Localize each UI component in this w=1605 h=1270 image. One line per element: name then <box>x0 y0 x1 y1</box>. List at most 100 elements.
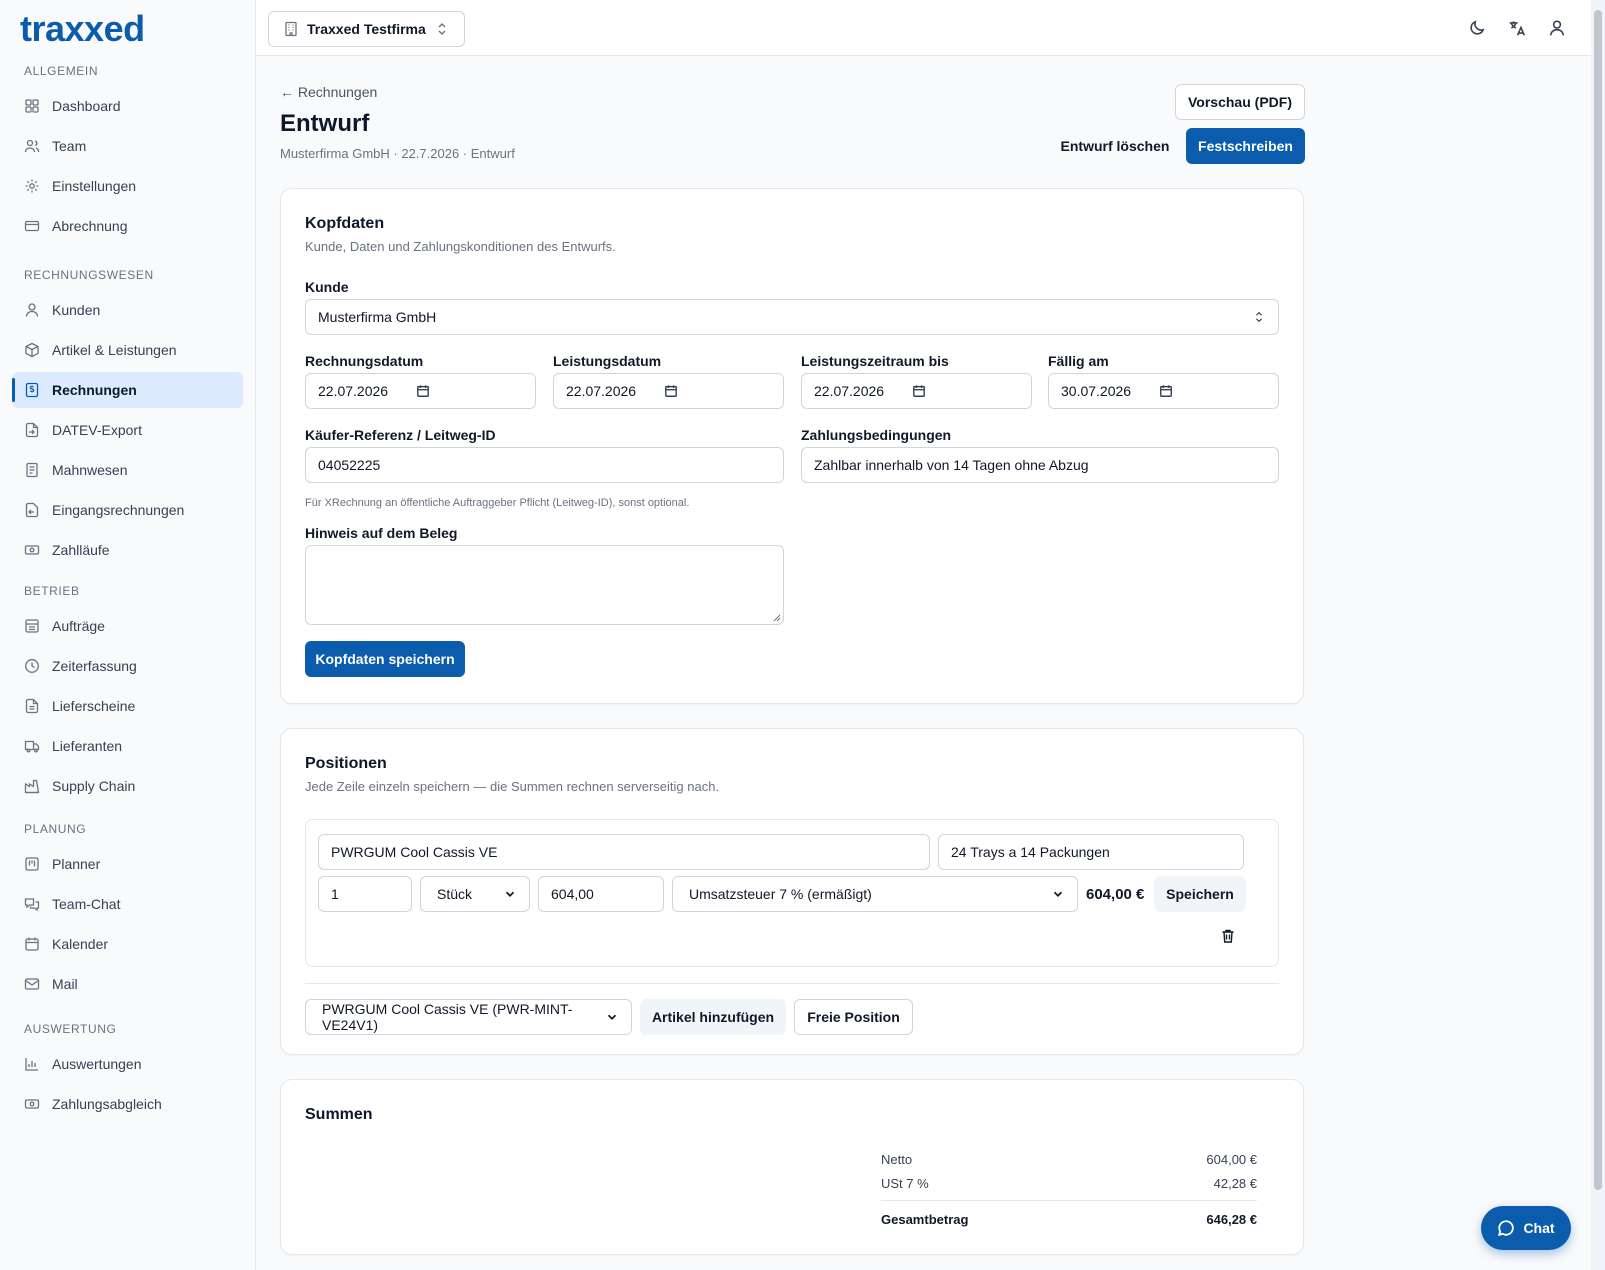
page-scrollbar[interactable] <box>1591 0 1605 1270</box>
sidebar-item-zeiterfassung[interactable]: Zeiterfassung <box>12 648 243 684</box>
calendar-icon[interactable] <box>416 384 430 398</box>
position-description-value: 24 Trays a 14 Packungen <box>951 844 1110 860</box>
save-position-button[interactable]: Speichern <box>1154 876 1246 912</box>
rechnungsdatum-input[interactable]: 22.07.2026 <box>305 373 536 409</box>
user-icon[interactable] <box>1547 18 1567 38</box>
sidebar-item-team-chat[interactable]: Team-Chat <box>12 886 243 922</box>
quantity-value: 1 <box>331 886 339 902</box>
sidebar-item-label: Auswertungen <box>52 1056 142 1072</box>
leistungsdatum-value: 22.07.2026 <box>566 383 637 399</box>
page-title: Entwurf <box>280 110 370 137</box>
referenz-input[interactable]: 04052225 <box>305 447 784 483</box>
free-position-button[interactable]: Freie Position <box>794 999 913 1035</box>
page-subtitle: Musterfirma GmbH · 22.7.2026 · Entwurf <box>280 146 515 161</box>
sidebar-item-label: Eingangsrechnungen <box>52 502 185 518</box>
gear-icon <box>24 178 40 194</box>
gesamt-row: Gesamtbetrag 646,28 € <box>881 1212 1257 1227</box>
calendar-icon[interactable] <box>1159 384 1173 398</box>
sidebar-item-dashboard[interactable]: Dashboard <box>12 88 243 124</box>
chat-button[interactable]: Chat <box>1481 1206 1571 1250</box>
sidebar-item-kalender[interactable]: Kalender <box>12 926 243 962</box>
article-select-value: PWRGUM Cool Cassis VE (PWR-MINT-VE24V1) <box>322 1001 573 1033</box>
save-kopfdaten-button[interactable]: Kopfdaten speichern <box>305 641 465 677</box>
sidebar-item-auswertungen[interactable]: Auswertungen <box>12 1046 243 1082</box>
sidebar-item-supply-chain[interactable]: Supply Chain <box>12 768 243 804</box>
sidebar-item-label: Lieferanten <box>52 738 123 754</box>
translate-icon[interactable] <box>1507 18 1527 38</box>
chevron-down-icon <box>1051 887 1065 901</box>
finalize-button[interactable]: Festschreiben <box>1186 128 1305 164</box>
mail-icon <box>24 976 40 992</box>
calendar-icon[interactable] <box>664 384 678 398</box>
gesamt-value: 646,28 € <box>1206 1212 1257 1227</box>
moon-icon[interactable] <box>1467 18 1487 38</box>
sidebar-item-mahnwesen[interactable]: Mahnwesen <box>12 452 243 488</box>
summen-card: Summen Netto 604,00 € USt 7 % 42,28 € Ge… <box>280 1079 1304 1255</box>
price-input[interactable]: 604,00 <box>538 876 664 912</box>
sidebar-item-mail[interactable]: Mail <box>12 966 243 1002</box>
divider <box>305 983 1279 984</box>
sidebar-item-lieferanten[interactable]: Lieferanten <box>12 728 243 764</box>
sidebar-item-label: Mail <box>52 976 78 992</box>
sidebar-item-label: Planner <box>52 856 101 872</box>
sidebar-item-kunden[interactable]: Kunden <box>12 292 243 328</box>
article-select[interactable]: PWRGUM Cool Cassis VE (PWR-MINT-VE24V1) <box>305 999 632 1035</box>
tax-value: Umsatzsteuer 7 % (ermäßigt) <box>689 886 872 902</box>
calendar-icon[interactable] <box>912 384 926 398</box>
kanban-icon <box>24 856 40 872</box>
positionen-card: Positionen Jede Zeile einzeln speichern … <box>280 728 1304 1055</box>
positionen-subtitle: Jede Zeile einzeln speichern — die Summe… <box>305 779 720 794</box>
leistungszeitraum-input[interactable]: 22.07.2026 <box>801 373 1032 409</box>
sidebar-item-zahllaeufe[interactable]: Zahlläufe <box>12 532 243 568</box>
kunde-select[interactable]: Musterfirma GmbH <box>305 299 1279 335</box>
delete-draft-button[interactable]: Entwurf löschen <box>1050 128 1180 164</box>
company-switcher[interactable]: Traxxed Testfirma <box>268 11 465 47</box>
unit-select[interactable]: Stück <box>420 876 530 912</box>
leistungsdatum-input[interactable]: 22.07.2026 <box>553 373 784 409</box>
sidebar-item-einstellungen[interactable]: Einstellungen <box>12 168 243 204</box>
zahlungsbedingungen-input[interactable]: Zahlbar innerhalb von 14 Tagen ohne Abzu… <box>801 447 1279 483</box>
sidebar-item-zahlungsabgleich[interactable]: Zahlungsabgleich <box>12 1086 243 1122</box>
hinweis-textarea[interactable] <box>305 545 784 625</box>
kopfdaten-title: Kopfdaten <box>305 215 385 232</box>
zahlungsbedingungen-label: Zahlungsbedingungen <box>801 427 952 443</box>
position-description-input[interactable]: 24 Trays a 14 Packungen <box>938 834 1244 870</box>
quantity-input[interactable]: 1 <box>318 876 412 912</box>
position-name-value: PWRGUM Cool Cassis VE <box>331 844 498 860</box>
app-logo[interactable]: traxxed <box>20 8 145 50</box>
section-title-planung: PLANUNG <box>24 822 87 836</box>
calendar-icon <box>24 936 40 952</box>
sidebar-item-artikel[interactable]: Artikel & Leistungen <box>12 332 243 368</box>
resize-handle-icon[interactable] <box>773 614 781 622</box>
sidebar-item-team[interactable]: Team <box>12 128 243 164</box>
position-name-input[interactable]: PWRGUM Cool Cassis VE <box>318 834 930 870</box>
add-article-button[interactable]: Artikel hinzufügen <box>640 999 786 1035</box>
trash-icon[interactable] <box>1220 928 1236 944</box>
sidebar-item-label: Lieferscheine <box>52 698 136 714</box>
sidebar-item-lieferscheine[interactable]: Lieferscheine <box>12 688 243 724</box>
faellig-value: 30.07.2026 <box>1061 383 1132 399</box>
sidebar-item-eingangsrechnungen[interactable]: Eingangsrechnungen <box>12 492 243 528</box>
sidebar-item-label: Team-Chat <box>52 896 121 912</box>
sidebar-item-auftraege[interactable]: Aufträge <box>12 608 243 644</box>
referenz-hint: Für XRechnung an öffentliche Auftraggebe… <box>305 497 690 509</box>
tax-select[interactable]: Umsatzsteuer 7 % (ermäßigt) <box>672 876 1078 912</box>
sidebar-item-label: Zahlläufe <box>52 542 110 558</box>
invoice-icon <box>24 382 40 398</box>
netto-row: Netto 604,00 € <box>881 1152 1257 1167</box>
section-title-auswertung: AUSWERTUNG <box>24 1022 117 1036</box>
preview-pdf-button[interactable]: Vorschau (PDF) <box>1175 84 1305 120</box>
sidebar-item-datev-export[interactable]: DATEV-Export <box>12 412 243 448</box>
sidebar-item-rechnungen[interactable]: Rechnungen <box>12 372 243 408</box>
netto-value: 604,00 € <box>1206 1152 1257 1167</box>
faellig-input[interactable]: 30.07.2026 <box>1048 373 1279 409</box>
faellig-label: Fällig am <box>1048 353 1109 369</box>
sidebar-item-planner[interactable]: Planner <box>12 846 243 882</box>
price-value: 604,00 <box>551 886 594 902</box>
scrollbar-thumb[interactable] <box>1594 10 1602 1190</box>
back-link[interactable]: ← Rechnungen <box>280 84 377 100</box>
sidebar-item-label: Einstellungen <box>52 178 137 194</box>
sidebar-item-abrechnung[interactable]: Abrechnung <box>12 208 243 244</box>
sidebar-item-label: DATEV-Export <box>52 422 142 438</box>
clock-icon <box>24 658 40 674</box>
